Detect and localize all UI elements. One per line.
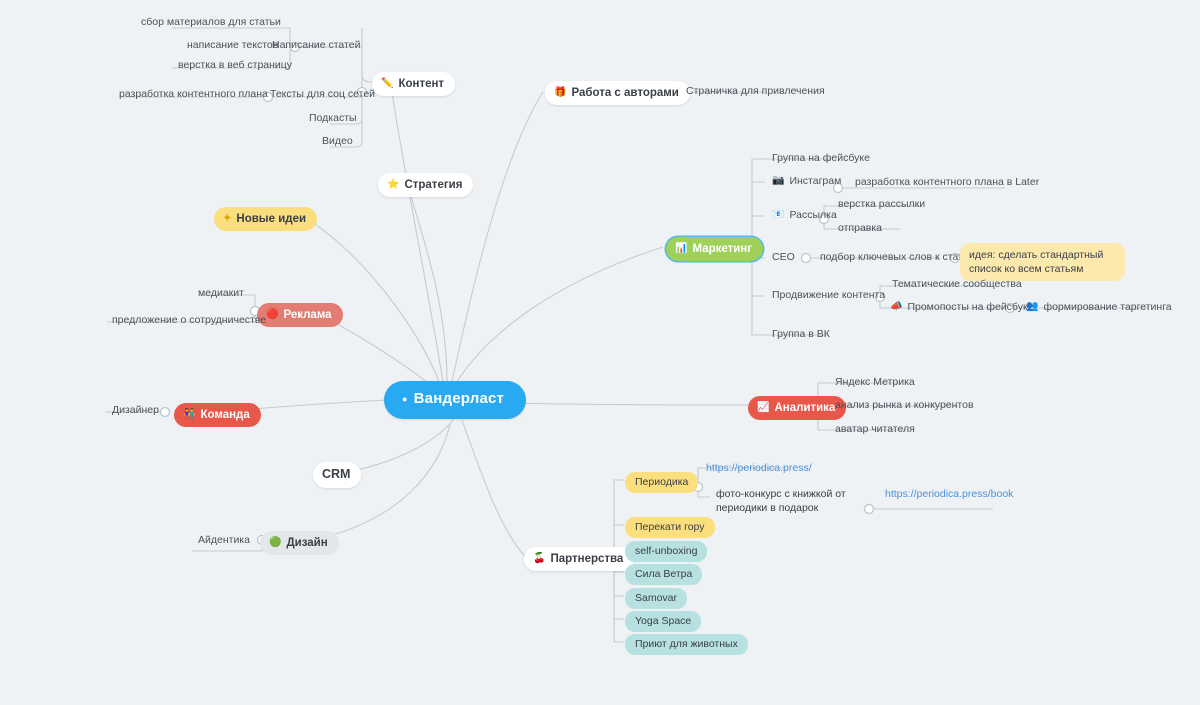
node-content-web-layout[interactable]: верстка в веб страницу (174, 58, 296, 75)
branch-content-label: Контент (398, 78, 445, 90)
node-pt-samovar[interactable]: Samovar (625, 588, 688, 610)
branch-team-label: Команда (200, 409, 250, 421)
branch-strategy[interactable]: ⭐ Стратегия (378, 173, 474, 198)
branch-advertising-label: Реклама (283, 309, 332, 321)
node-mk-keywords[interactable]: подбор ключевых слов к статье (816, 250, 978, 267)
root-label: Вандерласт (413, 390, 505, 407)
branch-partnerships[interactable]: 🍒 Партнерства (524, 547, 635, 572)
megaphone-icon: 📣 (890, 301, 903, 313)
branch-design[interactable]: 🟢 Дизайн (260, 531, 339, 556)
root-node[interactable]: ● Вандерласт (384, 381, 527, 419)
bullet-icon: ● (402, 393, 408, 404)
node-mk-vk-group[interactable]: Группа в ВК (768, 327, 834, 344)
node-content-plan[interactable]: разработка контентного плана (115, 87, 272, 104)
people-icon: 👥 (1026, 301, 1039, 313)
node-pt-yoga-space[interactable]: Yoga Space (625, 611, 702, 633)
node-content-social-texts[interactable]: Тексты для соц сетей (266, 87, 379, 104)
sparkle-icon: ✦ (223, 213, 232, 225)
chart-icon: 📈 (757, 402, 770, 414)
node-mk-targeting-label: формирование таргетинга (1043, 301, 1172, 313)
node-ad-cooperation[interactable]: предложение о сотрудничестве (108, 313, 270, 330)
node-mk-targeting[interactable]: 👥 формирование таргетинга (1022, 300, 1176, 317)
node-content-gather-materials[interactable]: сбор материалов для статьи (137, 15, 285, 32)
branch-strategy-label: Стратегия (404, 179, 463, 191)
node-mk-fb-promoposts-label: Промопосты на фейсбуке (907, 301, 1034, 313)
node-mk-newsletter-send[interactable]: отправка (834, 221, 886, 238)
link-periodica-book[interactable]: https://periodica.press/book (881, 487, 1017, 504)
node-mk-content-promo[interactable]: Продвижение контента (768, 288, 889, 305)
node-team-designer[interactable]: Дизайнер (108, 403, 163, 420)
node-mk-fb-promoposts[interactable]: 📣 Промопосты на фейсбуке (886, 300, 1038, 317)
node-an-metrika[interactable]: Яндекс Метрика (831, 375, 919, 392)
node-mk-communities[interactable]: Тематические сообщества (888, 277, 1026, 294)
node-mk-fb-group[interactable]: Группа на фейсбуке (768, 151, 874, 168)
connector-wires (105, 27, 1149, 643)
pencil-icon: ✏️ (381, 78, 394, 90)
node-pt-perekati-goru[interactable]: Перекати гору (625, 517, 715, 539)
link-periodica-press[interactable]: https://periodica.press/ (702, 461, 816, 478)
node-content-write-texts[interactable]: написание текстов (183, 38, 282, 55)
node-pt-self-unboxing[interactable]: self-unboxing (625, 541, 708, 563)
branch-crm[interactable]: CRM (313, 462, 362, 488)
people-icon: 👫 (183, 409, 196, 421)
branch-authors-label: Работа с авторами (571, 87, 679, 99)
camera-icon: 📷 (772, 175, 785, 187)
branch-marketing[interactable]: 📊 Маркетинг (666, 237, 764, 262)
note-keyword-idea[interactable]: идея: сделать стандартный список ко всем… (960, 243, 1125, 282)
branch-design-label: Дизайн (286, 537, 328, 549)
node-an-reader-avatar[interactable]: аватар читателя (831, 422, 919, 439)
node-pt-photo-contest[interactable]: фото-конкурс с книжкой от периодики в по… (706, 483, 874, 519)
branch-new-ideas[interactable]: ✦ Новые идеи (214, 207, 318, 232)
green-circle-icon: 🟢 (269, 537, 282, 549)
node-an-market-analysis[interactable]: анализ рынка и конкурентов (831, 398, 978, 415)
branch-marketing-label: Маркетинг (692, 243, 753, 255)
branch-new-ideas-label: Новые идеи (236, 213, 307, 225)
node-design-identity[interactable]: Айдентика (194, 533, 254, 550)
node-content-podcasts[interactable]: Подкасты (305, 111, 361, 128)
node-mk-instagram-label: Инстаграм (789, 175, 842, 187)
node-mk-newsletter-layout[interactable]: верстка рассылки (834, 197, 929, 214)
branch-team[interactable]: 👫 Команда (174, 403, 261, 428)
node-ad-mediakit[interactable]: медиакит (194, 286, 248, 303)
star-icon: ⭐ (387, 179, 400, 191)
node-pt-sila-vetra[interactable]: Сила Ветра (625, 564, 703, 586)
branch-analytics-label: Аналитика (774, 402, 836, 414)
node-mk-later-plan[interactable]: разработка контентного плана в Later (851, 175, 1043, 192)
gift-icon: 🎁 (554, 87, 567, 99)
node-mk-newsletter-label: Рассылка (789, 209, 837, 221)
node-mk-newsletter[interactable]: 📧 Рассылка (768, 208, 841, 225)
node-content-video[interactable]: Видео (318, 134, 357, 151)
branch-partnerships-label: Партнерства (550, 553, 624, 565)
node-content-articles[interactable]: Написание статей (268, 38, 364, 55)
mail-icon: 📧 (772, 209, 785, 221)
mindmap-canvas[interactable]: ● Вандерласт ✏️ Контент Написание статей… (0, 0, 1200, 705)
cherry-icon: 🍒 (533, 553, 546, 565)
chart-icon: 📊 (675, 243, 688, 255)
branch-content[interactable]: ✏️ Контент (372, 72, 456, 97)
branch-crm-label: CRM (322, 467, 351, 481)
branch-authors[interactable]: 🎁 Работа с авторами (545, 81, 690, 106)
node-pt-periodica[interactable]: Периодика (625, 472, 699, 494)
node-pt-animal-shelter[interactable]: Приют для животных (625, 634, 748, 656)
node-mk-ceo[interactable]: CEO (768, 250, 799, 267)
node-mk-instagram[interactable]: 📷 Инстаграм (768, 174, 845, 191)
node-authors-landing[interactable]: Страничка для привлечения (682, 84, 829, 101)
